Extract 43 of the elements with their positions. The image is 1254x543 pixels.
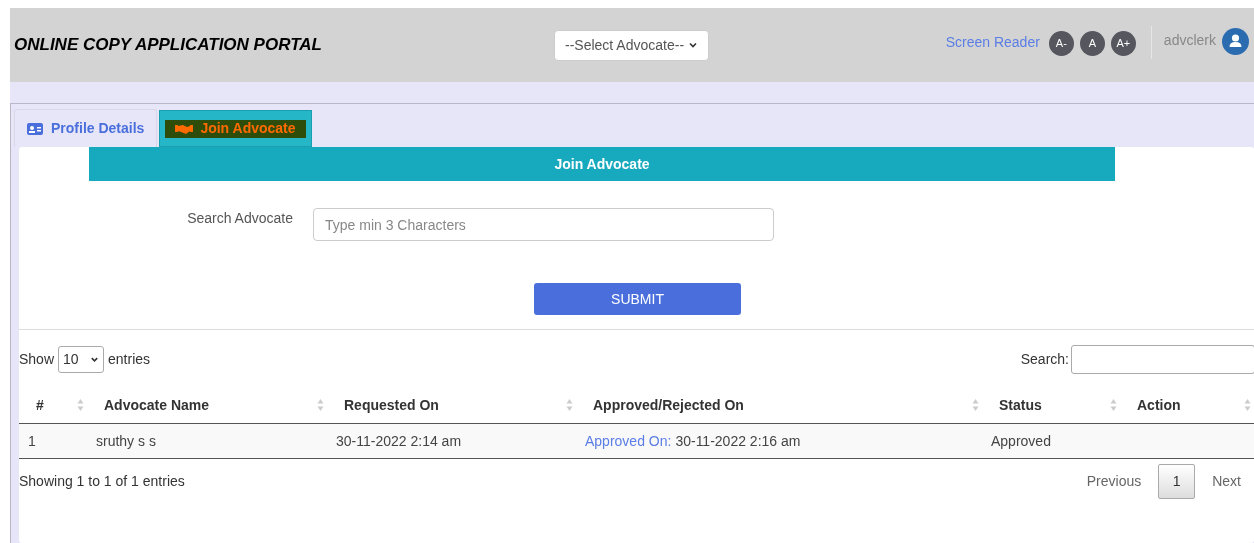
column-header[interactable]: # — [36, 394, 44, 416]
column-header[interactable]: Requested On — [344, 394, 439, 416]
column-header[interactable]: Advocate Name — [104, 394, 210, 416]
portal-title: ONLINE COPY APPLICATION PORTAL — [14, 34, 323, 57]
sort-icon[interactable] — [972, 398, 979, 412]
font-size-button[interactable]: A+ — [1110, 30, 1136, 56]
search-label: Search: — [1020, 350, 1069, 369]
font-size-button[interactable]: A- — [1048, 30, 1074, 56]
sort-icon[interactable] — [566, 398, 573, 412]
sort-icon[interactable] — [77, 398, 84, 412]
page-size-select[interactable]: 10 — [58, 346, 105, 373]
table-cell-text: sruthy s s — [96, 431, 156, 451]
table-cell-text: Approved — [991, 431, 1051, 451]
field-label: Search Advocate — [186, 209, 294, 228]
submit-button[interactable]: SUBMIT — [534, 283, 741, 315]
table-cell-text: 1 — [28, 431, 36, 451]
table-search-field[interactable] — [1071, 345, 1254, 374]
sort-icon[interactable] — [1244, 398, 1251, 412]
table-info: Showing 1 to 1 of 1 entries — [19, 472, 185, 491]
table-cell-text: 30-11-2022 2:14 am — [336, 431, 462, 451]
username: advclerk — [1163, 30, 1216, 50]
sort-icon[interactable] — [317, 398, 324, 412]
approved-label: Approved On: — [585, 431, 672, 451]
font-size-button[interactable]: A — [1079, 30, 1105, 56]
next-link[interactable]: Next — [1195, 471, 1254, 492]
search-advocate-field[interactable]: Type min 3 Characters — [313, 208, 774, 241]
table-cell-text: 30-11-2022 2:16 am — [675, 431, 801, 451]
handshake-icon — [175, 122, 194, 135]
column-header[interactable]: Action — [1137, 394, 1181, 416]
chevron-down-icon — [688, 40, 698, 50]
entries-label: entries — [108, 350, 151, 369]
tab[interactable]: Profile Details — [14, 109, 158, 147]
sort-icon[interactable] — [1110, 398, 1117, 412]
user-avatar-icon[interactable] — [1222, 27, 1249, 55]
panel-heading: Join Advocate — [89, 147, 1115, 181]
id-card-icon — [27, 122, 43, 135]
page-button[interactable]: 1 — [1158, 464, 1196, 499]
column-header[interactable]: Approved/Rejected On — [593, 394, 744, 416]
previous-link[interactable]: Previous — [1069, 471, 1159, 492]
chevron-down-icon — [90, 355, 100, 364]
column-header[interactable]: Status — [999, 394, 1042, 416]
show-label: Show — [19, 350, 55, 369]
advocate-select[interactable]: --Select Advocate-- — [554, 29, 709, 61]
